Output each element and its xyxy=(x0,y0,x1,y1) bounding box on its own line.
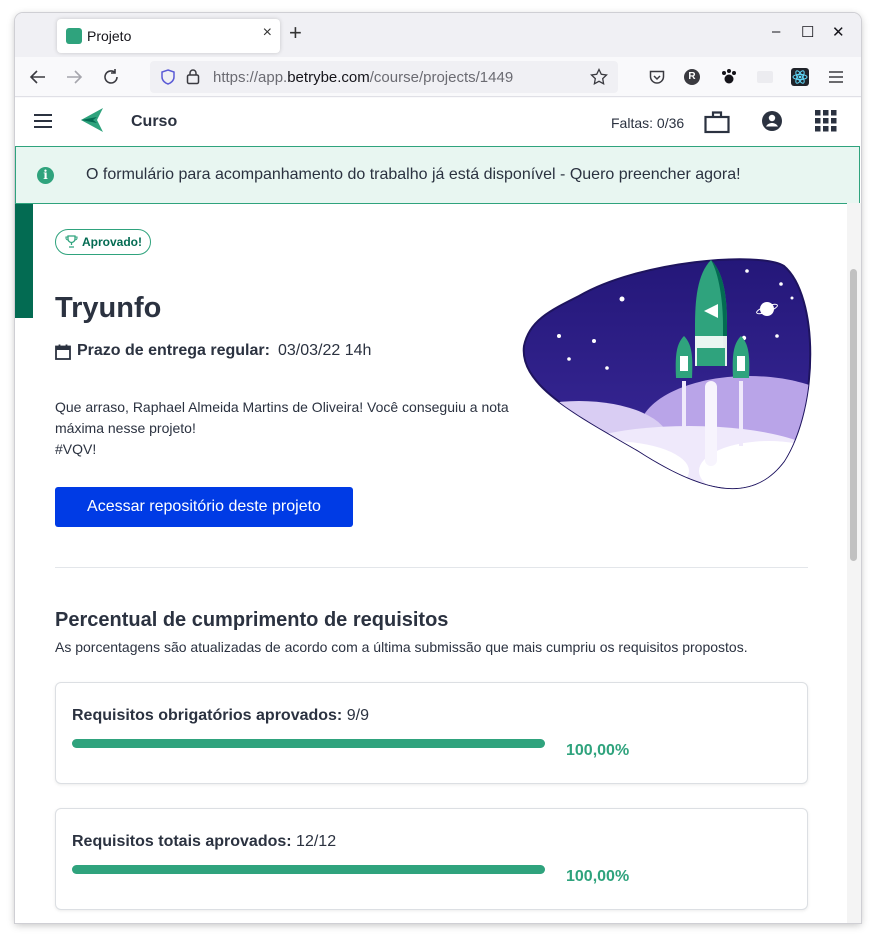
progress-bar-fill xyxy=(72,739,545,748)
congratulations-message: Que arraso, Raphael Almeida Martins de O… xyxy=(55,397,535,460)
progress-bar xyxy=(72,865,545,874)
requirements-title: Percentual de cumprimento de requisitos xyxy=(55,609,449,631)
requirement-percent: 100,00% xyxy=(566,868,630,885)
left-decor-band xyxy=(15,203,33,318)
open-repository-button[interactable]: Acessar repositório deste projeto xyxy=(55,487,353,527)
user-account-icon[interactable] xyxy=(761,110,783,132)
approved-badge: Aprovado! xyxy=(55,229,151,255)
r-extension-icon[interactable]: R xyxy=(684,69,700,85)
close-window-icon[interactable]: ✕ xyxy=(832,23,845,41)
briefcase-icon[interactable] xyxy=(704,110,730,134)
url-text: https://app.betrybe.com/course/projects/… xyxy=(213,69,514,86)
navigation-bar: https://app.betrybe.com/course/projects/… xyxy=(15,57,861,97)
section-title[interactable]: Curso xyxy=(131,113,177,131)
new-tab-button[interactable]: + xyxy=(289,22,302,44)
url-bar[interactable]: https://app.betrybe.com/course/projects/… xyxy=(150,61,618,93)
banner-text[interactable]: O formulário para acompanhamento do trab… xyxy=(86,166,741,184)
project-card: Aprovado! Tryunfo Prazo de entrega regul… xyxy=(33,204,847,923)
forward-arrow-icon[interactable] xyxy=(65,68,83,86)
shield-icon[interactable] xyxy=(160,69,176,85)
deadline-label: Prazo de entrega regular: xyxy=(77,342,270,359)
bookmark-star-icon[interactable] xyxy=(590,68,608,86)
section-divider xyxy=(55,567,808,568)
requirement-percent: 100,00% xyxy=(566,742,630,759)
lock-icon[interactable] xyxy=(186,68,200,85)
minimize-icon[interactable]: – xyxy=(772,23,780,40)
paw-extension-icon[interactable] xyxy=(720,68,738,86)
tab-title: Projeto xyxy=(87,28,132,44)
total-requirements-card: Requisitos totais aprovados: 12/12 100,0… xyxy=(55,808,808,910)
tab-strip: Projeto × + – ☐ ✕ xyxy=(15,13,861,57)
browser-menu-icon[interactable] xyxy=(829,71,843,83)
trophy-icon xyxy=(65,235,78,248)
progress-bar-fill xyxy=(72,865,545,874)
react-devtools-icon[interactable] xyxy=(791,68,809,86)
feedback-form-banner[interactable]: i O formulário para acompanhamento do tr… xyxy=(15,146,860,204)
back-arrow-icon[interactable] xyxy=(29,68,47,86)
requirements-subtitle: As porcentagens são atualizadas de acord… xyxy=(55,639,748,655)
hamburger-menu-icon[interactable] xyxy=(34,114,52,128)
requirement-label: Requisitos totais aprovados: 12/12 xyxy=(72,833,337,850)
pocket-icon[interactable] xyxy=(649,70,665,85)
project-title: Tryunfo xyxy=(55,292,162,324)
scrollbar-thumb[interactable] xyxy=(850,269,857,561)
reload-icon[interactable] xyxy=(102,68,120,86)
info-icon: i xyxy=(37,167,54,184)
vqv-text: #VQV! xyxy=(55,441,97,457)
approved-badge-label: Aprovado! xyxy=(82,235,142,249)
calendar-icon xyxy=(55,344,71,360)
requirement-label: Requisitos obrigatórios aprovados: 9/9 xyxy=(72,707,369,724)
browser-window: Projeto × + – ☐ ✕ https://app.betrybe.co… xyxy=(15,13,861,923)
congratulations-text: Que arraso, Raphael Almeida Martins de O… xyxy=(55,399,509,436)
site-header: Curso Faltas: 0/36 xyxy=(15,98,861,146)
page-content: Curso Faltas: 0/36 i O formulário para a… xyxy=(15,98,861,923)
required-requirements-card: Requisitos obrigatórios aprovados: 9/9 1… xyxy=(55,682,808,784)
faded-extension-icon[interactable] xyxy=(756,69,774,85)
trybe-logo-icon[interactable] xyxy=(77,106,105,134)
rocket-illustration xyxy=(522,258,812,490)
apps-grid-icon[interactable] xyxy=(815,110,837,132)
absences-counter: Faltas: 0/36 xyxy=(611,115,685,131)
close-tab-icon[interactable]: × xyxy=(263,24,272,42)
trybe-favicon-icon xyxy=(66,28,82,44)
browser-tab[interactable]: Projeto × xyxy=(57,19,280,53)
maximize-icon[interactable]: ☐ xyxy=(801,23,814,41)
deadline-value: 03/03/22 14h xyxy=(278,342,372,359)
progress-bar xyxy=(72,739,545,748)
